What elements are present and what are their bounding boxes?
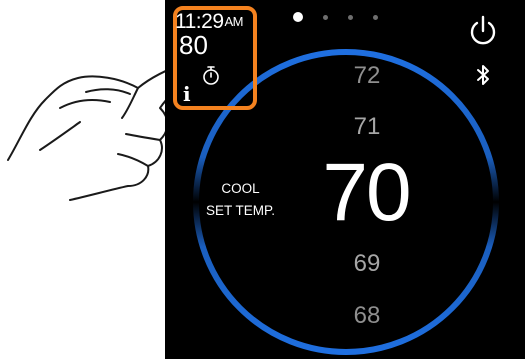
info-icon[interactable]: i [183, 84, 191, 104]
temp-option[interactable]: 72 [317, 62, 417, 90]
temp-option[interactable]: 68 [317, 302, 417, 330]
temp-option[interactable]: 71 [317, 113, 417, 141]
page-dot[interactable] [323, 14, 328, 20]
page-dot-active[interactable] [293, 12, 303, 22]
bluetooth-icon [477, 65, 489, 85]
mode-subtitle: SET TEMP. [205, 203, 276, 218]
page-dot[interactable] [348, 14, 353, 20]
power-icon[interactable] [467, 14, 499, 50]
timer-icon[interactable] [202, 64, 220, 86]
clock-ampm: AM [224, 14, 244, 29]
page-indicator [293, 12, 378, 22]
current-set-temperature[interactable]: 70 [311, 145, 421, 240]
thermostat-screen: 11:29AM 80 i COOL SET TEMP. 72 71 70 69 [165, 0, 525, 359]
mode-label: COOL SET TEMP. [193, 178, 288, 222]
page-dot[interactable] [373, 14, 378, 20]
indoor-temperature: 80 [179, 30, 208, 60]
mode-name: COOL [221, 181, 260, 196]
temp-option[interactable]: 69 [317, 250, 417, 278]
